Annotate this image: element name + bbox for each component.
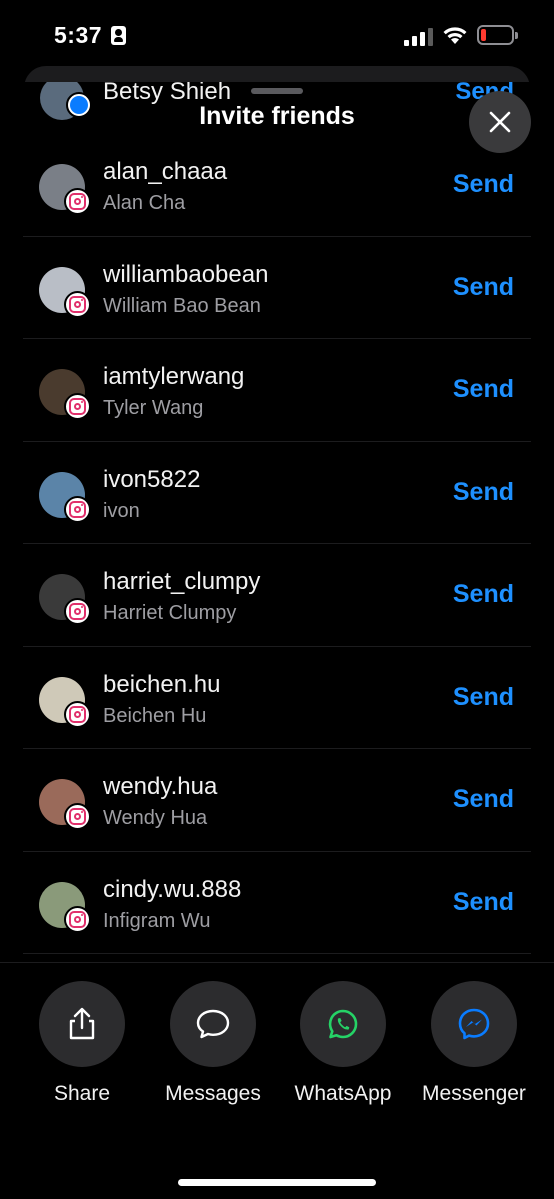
- share-button[interactable]: [39, 981, 125, 1067]
- instagram-badge-icon: [64, 905, 91, 933]
- wifi-icon: [443, 27, 467, 44]
- send-button[interactable]: Send: [453, 478, 514, 507]
- contact-username: alan_chaaa: [103, 158, 228, 185]
- contact-row: ivon5822 ivon Send: [0, 442, 554, 545]
- contact-username: harriet_clumpy: [103, 568, 261, 595]
- cellular-signal-icon: [404, 28, 434, 46]
- share-label: Share: [53, 1082, 111, 1105]
- status-bar: 5:37: [0, 0, 554, 70]
- contact-card-icon: [111, 26, 126, 45]
- contact-row: beichen.hu Beichen Hu Send: [0, 647, 554, 750]
- close-icon: [489, 111, 511, 133]
- instagram-badge-icon: [64, 700, 91, 728]
- contact-full-name: Infigram Wu: [103, 909, 211, 932]
- contact-full-name: Tyler Wang: [103, 397, 204, 419]
- send-button[interactable]: Send: [453, 170, 514, 199]
- whatsapp-icon: [328, 1009, 358, 1039]
- contact-row: harriet_clumpy Harriet Clumpy Send: [0, 544, 554, 647]
- send-button[interactable]: Send: [453, 273, 514, 302]
- contact-row: wendy.hua Wendy Hua Send: [0, 749, 554, 852]
- send-button[interactable]: Send: [453, 888, 514, 917]
- messages-icon: [196, 1009, 230, 1039]
- contact-full-name: Beichen Hu: [103, 704, 207, 727]
- contact-row: alan_chaaa Alan Cha Send: [0, 134, 554, 237]
- send-button[interactable]: Send: [453, 683, 514, 712]
- share-options-bar: Share Messages WhatsApp Messenger: [0, 962, 554, 1199]
- share-option-messenger[interactable]: Messenger: [419, 981, 529, 1109]
- status-time: 5:37: [54, 22, 103, 48]
- contact-username: iamtylerwang: [103, 363, 245, 390]
- contact-username: williambaobean: [103, 260, 269, 288]
- contact-full-name: Harriet Clumpy: [103, 602, 237, 624]
- instagram-badge-icon: [64, 290, 91, 318]
- instagram-badge-icon: [64, 598, 91, 625]
- instagram-badge-icon: [64, 803, 91, 830]
- contact-full-name: ivon: [103, 499, 140, 522]
- contact-username: cindy.wu.888: [103, 875, 242, 903]
- contact-row: iamtylerwang Tyler Wang Send: [0, 339, 554, 442]
- sheet-grabber[interactable]: [251, 88, 303, 94]
- send-button[interactable]: Send: [453, 785, 514, 814]
- send-button[interactable]: Send: [453, 580, 514, 609]
- contact-username: ivon5822: [103, 465, 201, 493]
- share-icon: [69, 1007, 95, 1040]
- share-option-share[interactable]: Share: [27, 981, 137, 1109]
- contact-username: wendy.hua: [103, 773, 218, 800]
- whatsapp-label: WhatsApp: [294, 1082, 392, 1105]
- instagram-badge-icon: [64, 393, 91, 420]
- share-option-whatsapp[interactable]: WhatsApp: [288, 981, 398, 1109]
- messenger-icon: [458, 1008, 490, 1040]
- whatsapp-button[interactable]: [300, 981, 386, 1067]
- send-button[interactable]: Send: [453, 375, 514, 404]
- contact-row: williambaobean William Bao Bean Send: [0, 237, 554, 340]
- contact-full-name: William Bao Bean: [103, 294, 261, 317]
- battery-icon: [477, 25, 518, 45]
- contact-full-name: Wendy Hua: [103, 807, 208, 829]
- contact-row: cindy.wu.888 Infigram Wu Send: [0, 852, 554, 955]
- contact-list[interactable]: alan_chaaa Alan Cha Send williambaobean Will…: [0, 134, 554, 954]
- messages-button[interactable]: [170, 981, 256, 1067]
- contact-full-name: Alan Cha: [103, 192, 186, 214]
- messages-label: Messages: [165, 1082, 261, 1105]
- messenger-label: Messenger: [422, 1082, 526, 1105]
- instagram-badge-icon: [64, 188, 91, 215]
- instagram-badge-icon: [64, 495, 91, 523]
- share-option-messages[interactable]: Messages: [158, 981, 268, 1109]
- home-indicator[interactable]: [178, 1179, 376, 1186]
- contact-username: beichen.hu: [103, 670, 221, 698]
- messenger-button[interactable]: [431, 981, 517, 1067]
